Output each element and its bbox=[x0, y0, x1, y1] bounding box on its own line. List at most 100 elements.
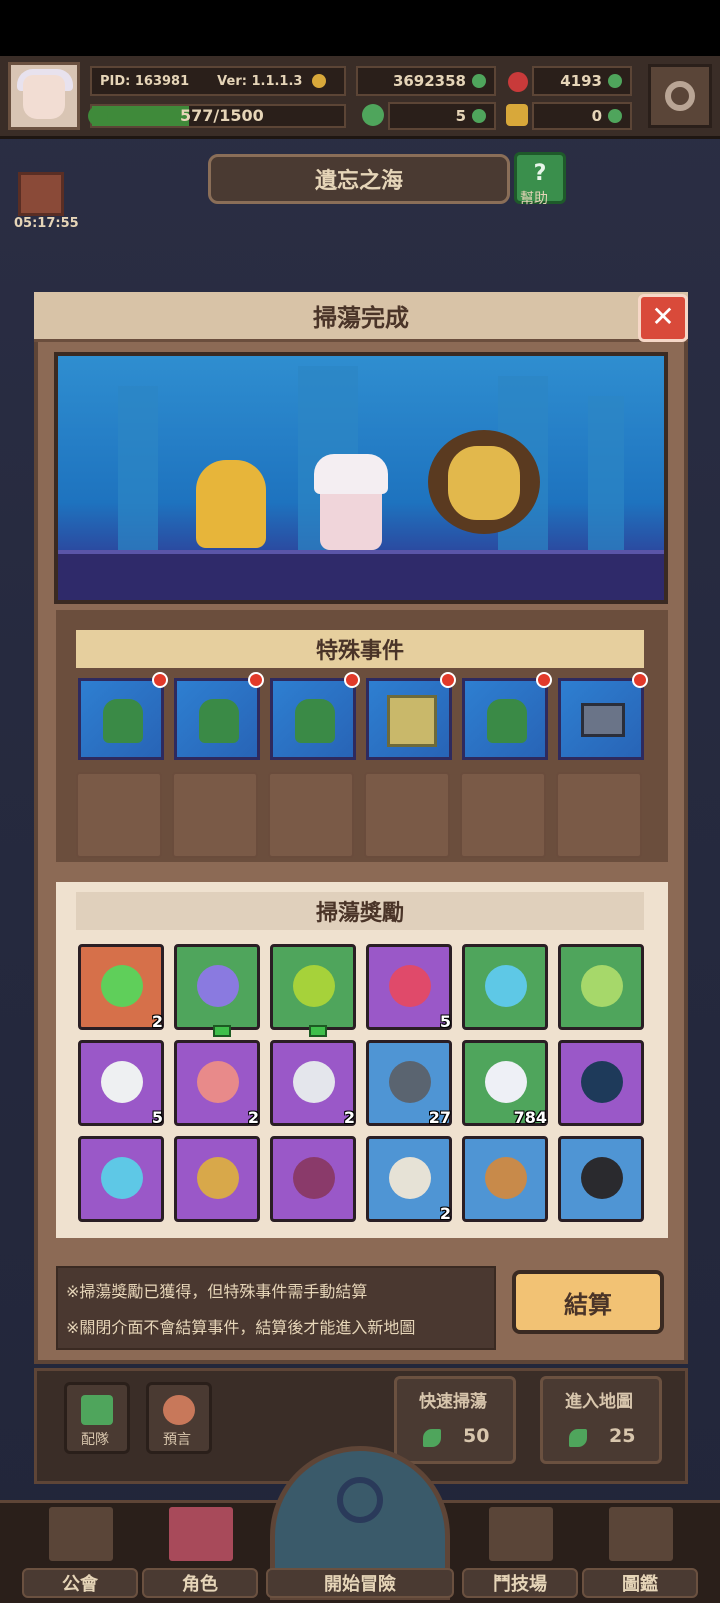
reward-quantity: 27 bbox=[428, 1108, 451, 1127]
boss-face bbox=[448, 446, 520, 520]
event-slot[interactable] bbox=[462, 678, 548, 760]
notification-dot bbox=[440, 672, 456, 688]
id-version-panel: PID: 163981 Ver: 1.1.1.3 bbox=[90, 66, 346, 96]
nav-adventure-label[interactable]: 開始冒險 bbox=[266, 1568, 454, 1598]
reward-item[interactable]: 27 bbox=[366, 1040, 452, 1127]
reward-item[interactable]: 5 bbox=[78, 1040, 164, 1127]
event-slot[interactable] bbox=[558, 678, 644, 760]
hood-icon bbox=[581, 1157, 623, 1199]
leaf-icon bbox=[569, 1429, 587, 1447]
crystal-orb-icon bbox=[197, 965, 239, 1007]
event-slot[interactable] bbox=[270, 678, 356, 760]
reward-item[interactable] bbox=[270, 1136, 356, 1222]
spear-icon bbox=[485, 1157, 527, 1199]
reward-item[interactable]: 2 bbox=[78, 944, 164, 1031]
empty-event-slot bbox=[556, 772, 642, 858]
notice-line-1: ※掃蕩獎勵已獲得，但特殊事件需手動結算 bbox=[66, 1282, 368, 1301]
shoe-icon bbox=[506, 104, 528, 126]
nav-guild-label: 公會 bbox=[22, 1568, 138, 1598]
reward-item[interactable] bbox=[78, 1136, 164, 1222]
diamond-icon bbox=[485, 1061, 527, 1103]
reward-item[interactable] bbox=[174, 944, 260, 1037]
reward-item[interactable] bbox=[174, 1136, 260, 1222]
clover-icon bbox=[362, 104, 384, 126]
notice-line-2: ※關閉介面不會結算事件，結算後才能進入新地圖 bbox=[66, 1318, 416, 1337]
reward-item[interactable]: 2 bbox=[270, 1040, 356, 1127]
gem-icon bbox=[508, 72, 528, 92]
avatar[interactable] bbox=[8, 62, 80, 130]
nav-character[interactable]: 角色 bbox=[140, 1504, 260, 1600]
clover-counter: 5 bbox=[388, 102, 496, 130]
prophecy-icon bbox=[163, 1395, 195, 1425]
dialog-title: 掃蕩完成 bbox=[34, 292, 688, 342]
event-slot[interactable] bbox=[366, 678, 452, 760]
avatar-face bbox=[23, 75, 65, 119]
sword-icon bbox=[101, 1157, 143, 1199]
reward-item[interactable] bbox=[558, 944, 644, 1030]
reward-item[interactable]: 2 bbox=[366, 1136, 452, 1223]
gem-counter: 4193 bbox=[532, 66, 632, 96]
notification-dot bbox=[152, 672, 168, 688]
reward-item[interactable]: 2 bbox=[174, 1040, 260, 1127]
reward-item[interactable] bbox=[462, 1136, 548, 1222]
quick-sweep-label: 快速掃蕩 bbox=[419, 1392, 487, 1412]
reward-quantity: 2 bbox=[247, 1108, 259, 1127]
golden-boss-character bbox=[428, 430, 540, 534]
catgirl-character bbox=[314, 454, 388, 550]
goblin-icon bbox=[103, 699, 143, 743]
quick-sweep-button[interactable]: 快速掃蕩 50 bbox=[394, 1376, 516, 1464]
ruin-pillar bbox=[118, 386, 158, 566]
nav-arena-label: 鬥技場 bbox=[462, 1568, 578, 1598]
empty-event-slot bbox=[172, 772, 258, 858]
shoe-counter: 0 bbox=[532, 102, 632, 130]
reward-quantity: 2 bbox=[439, 1204, 451, 1223]
reward-quantity: 2 bbox=[151, 1012, 163, 1031]
gold-amount: 3692358 bbox=[392, 72, 466, 90]
nav-codex[interactable]: 圖鑑 bbox=[580, 1504, 700, 1600]
reward-quantity: 5 bbox=[439, 1012, 451, 1031]
reward-item[interactable] bbox=[270, 944, 356, 1037]
boots-icon bbox=[293, 1157, 335, 1199]
prophecy-button[interactable]: 預言 bbox=[146, 1382, 212, 1454]
golden-statue-character bbox=[196, 460, 266, 548]
reward-item[interactable]: 5 bbox=[366, 944, 452, 1031]
close-button[interactable]: ✕ bbox=[638, 294, 688, 342]
settings-button[interactable] bbox=[648, 64, 712, 128]
nav-character-label: 角色 bbox=[142, 1568, 258, 1598]
reward-quantity: 2 bbox=[343, 1108, 355, 1127]
close-icon: ✕ bbox=[651, 300, 675, 333]
green-gem-icon bbox=[293, 965, 335, 1007]
status-bar bbox=[0, 0, 720, 56]
notice-box: ※掃蕩獎勵已獲得，但特殊事件需手動結算 ※關閉介面不會結算事件，結算後才能進入新… bbox=[56, 1266, 496, 1350]
notification-dot bbox=[344, 672, 360, 688]
goblin-icon bbox=[199, 699, 239, 743]
prophecy-label: 預言 bbox=[163, 1432, 191, 1448]
gold-coin-icon bbox=[312, 74, 327, 88]
special-events-title: 特殊事件 bbox=[76, 630, 644, 668]
empty-event-slot bbox=[460, 772, 546, 858]
reward-item[interactable]: 784 bbox=[462, 1040, 548, 1127]
settle-button[interactable]: 結算 bbox=[512, 1270, 664, 1334]
map-title: 遺忘之海 bbox=[208, 154, 510, 204]
nav-arena[interactable]: 鬥技場 bbox=[460, 1504, 580, 1600]
goblin-icon bbox=[487, 699, 527, 743]
enter-map-button[interactable]: 進入地圖 25 bbox=[540, 1376, 662, 1464]
exp-leaf-icon bbox=[88, 106, 108, 126]
team-button[interactable]: 配隊 bbox=[64, 1382, 130, 1454]
reward-item[interactable] bbox=[558, 1136, 644, 1222]
event-slot[interactable] bbox=[78, 678, 164, 760]
scene-floor bbox=[58, 550, 664, 600]
gift-timer: 05:17:55 bbox=[14, 216, 79, 231]
reward-item[interactable] bbox=[462, 944, 548, 1030]
team-icon bbox=[81, 1395, 113, 1425]
reward-item[interactable] bbox=[558, 1040, 644, 1126]
bow-icon bbox=[389, 1157, 431, 1199]
event-slot[interactable] bbox=[174, 678, 260, 760]
team-label: 配隊 bbox=[81, 1432, 109, 1448]
gem-amount: 4193 bbox=[560, 72, 602, 90]
gift-icon[interactable] bbox=[18, 172, 64, 216]
notification-dot bbox=[632, 672, 648, 688]
nav-guild[interactable]: 公會 bbox=[20, 1504, 140, 1600]
character-hair bbox=[314, 454, 388, 494]
guild-icon bbox=[46, 1504, 116, 1564]
